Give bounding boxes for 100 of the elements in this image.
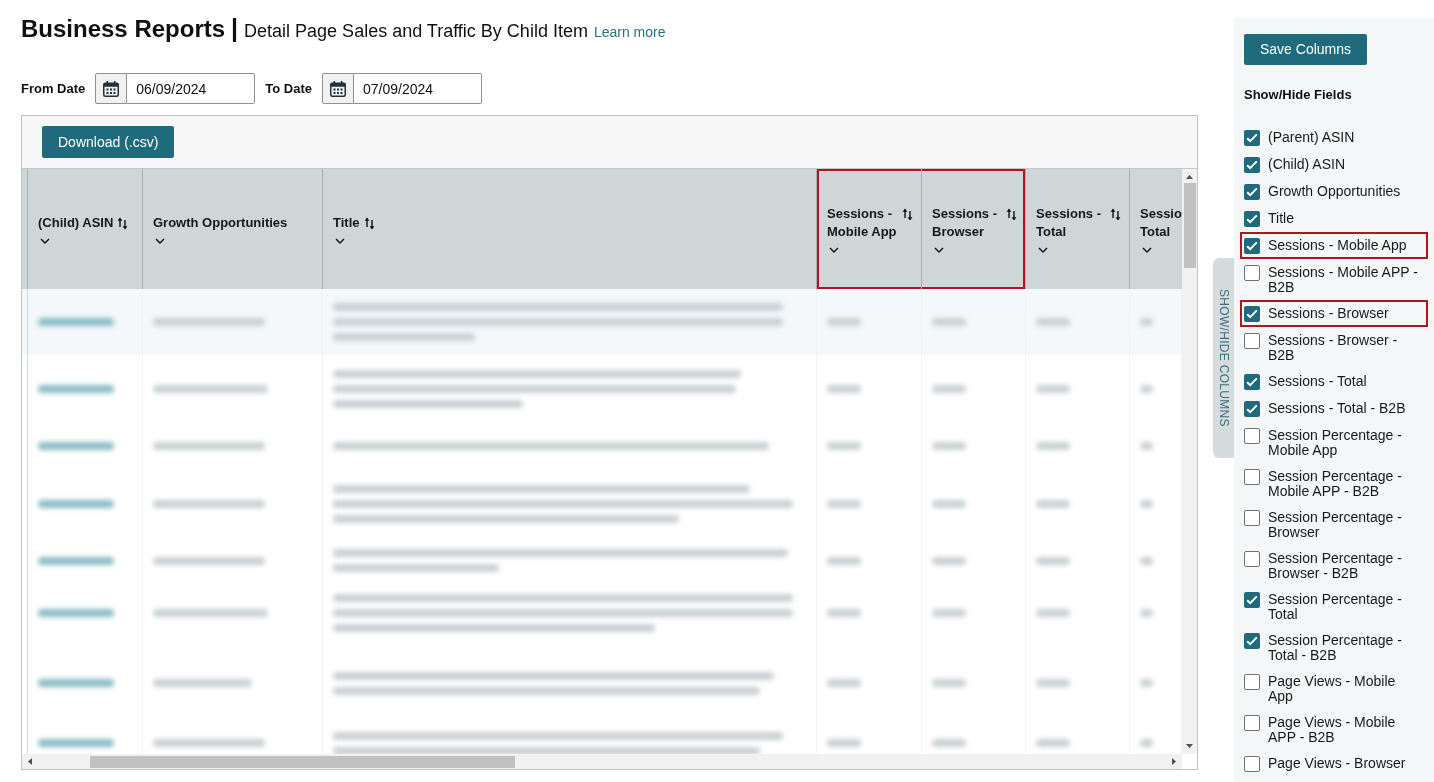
chevron-down-icon: [155, 238, 165, 244]
column-header[interactable]: (Child) ASIN: [28, 169, 143, 289]
column-header[interactable]: Title: [323, 169, 817, 289]
field-option[interactable]: Session Percentage - Browser: [1240, 504, 1428, 545]
chevron-down-icon: [1142, 247, 1152, 253]
checkbox[interactable]: [1244, 714, 1260, 731]
chevron-down-icon: [829, 247, 839, 253]
scroll-down-icon: [1186, 744, 1193, 748]
scroll-left-icon: [28, 758, 32, 765]
field-label: Sessions - Total - B2B: [1268, 400, 1407, 416]
field-option[interactable]: Page Views - Mobile APP - B2B: [1240, 709, 1428, 750]
field-option[interactable]: (Child) ASIN: [1240, 151, 1428, 178]
save-columns-button[interactable]: Save Columns: [1244, 34, 1368, 65]
column-header[interactable]: Sessio Total: [1130, 169, 1182, 289]
checkmark-icon: [1246, 240, 1258, 251]
field-label: Session Percentage - Total: [1268, 591, 1403, 622]
field-option[interactable]: Sessions - Browser: [1240, 300, 1428, 327]
checkmark-icon: [1246, 594, 1258, 605]
column-label: Sessions - Browser: [932, 205, 999, 241]
calendar-icon: [103, 80, 120, 97]
date-label: To Date: [265, 79, 312, 98]
scroll-up-icon: [1186, 175, 1193, 179]
field-label: Title: [1268, 210, 1295, 226]
checkmark-icon: [1246, 403, 1258, 414]
checkbox[interactable]: [1244, 400, 1260, 417]
checkbox[interactable]: [1244, 632, 1260, 649]
title-separator: |: [231, 13, 239, 44]
calendar-button[interactable]: [322, 73, 354, 104]
field-option[interactable]: Session Percentage - Browser - B2B: [1240, 545, 1428, 586]
field-option[interactable]: Session Percentage - Mobile APP - B2B: [1240, 463, 1428, 504]
field-option[interactable]: Session Percentage - Total: [1240, 586, 1428, 627]
checkbox[interactable]: [1244, 264, 1260, 281]
field-label: Page Views - Mobile App: [1268, 673, 1397, 704]
checkmark-icon: [1246, 376, 1258, 387]
scrollbar-thumb[interactable]: [90, 755, 515, 768]
checkbox[interactable]: [1244, 509, 1260, 526]
page-title: Business Reports: [21, 14, 226, 44]
column-label: Sessions - Total: [1036, 205, 1103, 241]
checkmark-icon: [1246, 635, 1258, 646]
checkmark-icon: [1246, 132, 1258, 143]
field-option[interactable]: Sessions - Total - B2B: [1240, 395, 1428, 422]
horizontal-scrollbar[interactable]: [22, 754, 1182, 769]
learn-more-link[interactable]: Learn more: [593, 16, 666, 48]
field-label: Sessions - Mobile APP - B2B: [1268, 264, 1419, 295]
field-option[interactable]: Sessions - Mobile APP - B2B: [1240, 259, 1428, 300]
field-label: Sessions - Browser - B2B: [1268, 332, 1399, 363]
scrollbar-thumb[interactable]: [1183, 183, 1196, 268]
checkbox[interactable]: [1244, 591, 1260, 608]
show-hide-columns-tab[interactable]: SHOW/HIDE COLUMNS: [1213, 258, 1234, 458]
column-header[interactable]: Sessions - Total: [1026, 169, 1130, 289]
field-option[interactable]: Sessions - Total: [1240, 368, 1428, 395]
field-label: Page Views - Browser: [1268, 755, 1407, 771]
checkbox[interactable]: [1244, 673, 1260, 690]
column-header[interactable]: Sessions - Browser: [922, 169, 1026, 289]
field-option[interactable]: Session Percentage - Total - B2B: [1240, 627, 1428, 668]
field-label: Session Percentage - Mobile App: [1268, 427, 1403, 458]
checkmark-icon: [1246, 186, 1258, 197]
checkbox[interactable]: [1244, 237, 1260, 254]
field-label: (Parent) ASIN: [1268, 129, 1356, 145]
date-input[interactable]: 07/09/2024: [354, 73, 482, 104]
column-label: Growth Opportunities: [153, 214, 288, 232]
page-subtitle: Detail Page Sales and Traffic By Child Item: [244, 20, 588, 43]
field-option[interactable]: Page Views - Mobile App: [1240, 668, 1428, 709]
checkmark-icon: [1246, 213, 1258, 224]
field-option[interactable]: Page Views - Browser: [1240, 750, 1428, 777]
checkbox[interactable]: [1244, 373, 1260, 390]
checkbox[interactable]: [1244, 156, 1260, 173]
chevron-down-icon: [1038, 247, 1048, 253]
column-header[interactable]: Growth Opportunities: [143, 169, 323, 289]
date-input[interactable]: 06/09/2024: [127, 73, 256, 104]
field-option[interactable]: Sessions - Mobile App: [1240, 232, 1428, 259]
field-label: Sessions - Total: [1268, 373, 1368, 389]
field-label: Session Percentage - Mobile APP - B2B: [1268, 468, 1403, 499]
checkmark-icon: [1246, 159, 1258, 170]
field-option[interactable]: Session Percentage - Mobile App: [1240, 422, 1428, 463]
checkbox[interactable]: [1244, 305, 1260, 322]
checkbox[interactable]: [1244, 468, 1260, 485]
checkbox[interactable]: [1244, 427, 1260, 444]
checkbox[interactable]: [1244, 129, 1260, 146]
column-header[interactable]: Sessions - Mobile App: [817, 169, 922, 289]
field-label: (Child) ASIN: [1268, 156, 1347, 172]
field-option[interactable]: Title: [1240, 205, 1428, 232]
field-option[interactable]: Growth Opportunities: [1240, 178, 1428, 205]
checkmark-icon: [1246, 308, 1258, 319]
column-label: (Child) ASIN: [38, 214, 114, 232]
date-label: From Date: [21, 79, 86, 98]
checkbox[interactable]: [1244, 755, 1260, 772]
download-csv-button[interactable]: Download (.csv): [42, 126, 175, 158]
field-label: Session Percentage - Browser: [1268, 509, 1403, 540]
vertical-scrollbar[interactable]: [1182, 169, 1197, 754]
field-option[interactable]: (Parent) ASIN: [1240, 124, 1428, 151]
checkbox[interactable]: [1244, 210, 1260, 227]
checkbox[interactable]: [1244, 550, 1260, 567]
checkbox[interactable]: [1244, 183, 1260, 200]
chevron-down-icon: [934, 247, 944, 253]
field-label: Session Percentage - Browser - B2B: [1268, 550, 1403, 581]
field-option[interactable]: Sessions - Browser - B2B: [1240, 327, 1428, 368]
checkbox[interactable]: [1244, 332, 1260, 349]
field-label: Page Views - Mobile APP - B2B: [1268, 714, 1397, 745]
calendar-button[interactable]: [95, 73, 128, 104]
